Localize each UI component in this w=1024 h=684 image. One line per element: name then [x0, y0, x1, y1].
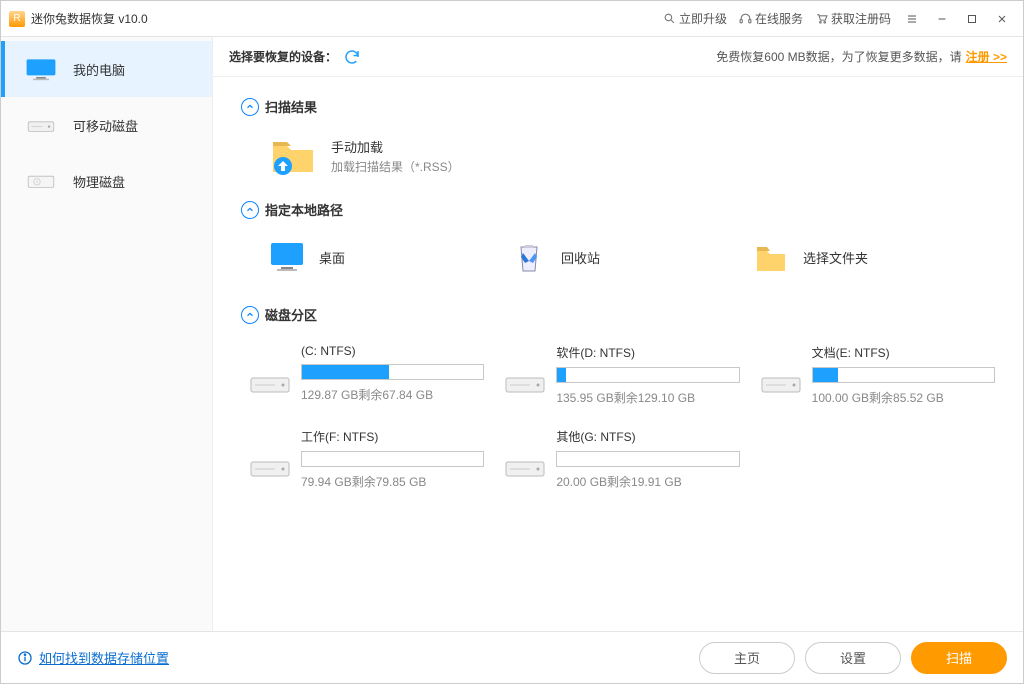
section-local-path: 指定本地路径 — [241, 200, 995, 219]
hdd-icon — [504, 362, 546, 406]
folder-icon — [753, 239, 789, 275]
usage-bar — [812, 367, 995, 383]
collapse-local-path[interactable] — [241, 201, 259, 219]
online-service-label: 在线服务 — [755, 10, 803, 27]
close-button[interactable] — [987, 4, 1017, 34]
partition-1[interactable]: 软件(D: NTFS) 135.95 GB剩余129.10 GB — [504, 344, 739, 406]
refresh-button[interactable] — [343, 48, 361, 66]
upgrade-link[interactable]: 立即升级 — [663, 10, 727, 27]
main-header: 选择要恢复的设备： 免费恢复600 MB数据，为了恢复更多数据，请 注册 >> — [213, 37, 1023, 77]
partition-size: 79.94 GB剩余79.85 GB — [301, 473, 484, 490]
section-scan-result: 扫描结果 — [241, 97, 995, 116]
collapse-scan-result[interactable] — [241, 98, 259, 116]
partition-name: 软件(D: NTFS) — [556, 344, 739, 361]
partition-size: 100.00 GB剩余85.52 GB — [812, 389, 995, 406]
hdd-icon — [249, 362, 291, 406]
usage-bar — [301, 451, 484, 467]
search-icon — [663, 12, 676, 25]
partition-size: 20.00 GB剩余19.91 GB — [556, 473, 739, 490]
partitions-title: 磁盘分区 — [265, 305, 317, 324]
app-title: 迷你兔数据恢复 v10.0 — [31, 10, 148, 27]
sidebar-removable-label: 可移动磁盘 — [73, 116, 138, 135]
section-partitions: 磁盘分区 — [241, 305, 995, 324]
footer: 如何找到数据存储位置 主页 设置 扫描 — [1, 631, 1023, 683]
help-label: 如何找到数据存储位置 — [39, 648, 169, 667]
help-link[interactable]: 如何找到数据存储位置 — [17, 648, 169, 667]
partition-grid: (C: NTFS) 129.87 GB剩余67.84 GB 软件(D: NTFS… — [241, 338, 995, 500]
path-recycle[interactable]: 回收站 — [511, 239, 753, 275]
minimize-button[interactable] — [927, 4, 957, 34]
choose-folder-label: 选择文件夹 — [803, 248, 868, 267]
app-icon: R — [9, 11, 25, 27]
local-path-title: 指定本地路径 — [265, 200, 343, 219]
monitor-icon — [25, 57, 57, 81]
partition-3[interactable]: 工作(F: NTFS) 79.94 GB剩余79.85 GB — [249, 428, 484, 490]
usage-bar — [556, 451, 739, 467]
upgrade-label: 立即升级 — [679, 10, 727, 27]
folder-load-icon — [269, 136, 317, 176]
free-recovery-text: 免费恢复600 MB数据，为了恢复更多数据，请 — [716, 48, 961, 65]
sidebar-item-physical[interactable]: 物理磁盘 — [1, 153, 212, 209]
online-service-link[interactable]: 在线服务 — [739, 10, 803, 27]
partition-4[interactable]: 其他(G: NTFS) 20.00 GB剩余19.91 GB — [504, 428, 739, 490]
hdd-icon — [249, 446, 291, 490]
drive-icon — [25, 113, 57, 137]
maximize-button[interactable] — [957, 4, 987, 34]
get-code-link[interactable]: 获取注册码 — [815, 10, 891, 27]
scan-button[interactable]: 扫描 — [911, 642, 1007, 674]
headset-icon — [739, 12, 752, 25]
manual-load-sub: 加载扫描结果（*.RSS） — [331, 158, 460, 175]
home-button[interactable]: 主页 — [699, 642, 795, 674]
hdd-icon — [25, 169, 57, 193]
partition-size: 129.87 GB剩余67.84 GB — [301, 386, 484, 403]
recycle-label: 回收站 — [561, 248, 600, 267]
manual-load-title: 手动加载 — [331, 137, 460, 156]
select-device-label: 选择要恢复的设备： — [229, 48, 337, 65]
usage-bar — [301, 364, 484, 380]
desktop-icon — [269, 239, 305, 275]
menu-button[interactable] — [897, 4, 927, 34]
register-link[interactable]: 注册 >> — [966, 48, 1007, 65]
hdd-icon — [504, 446, 546, 490]
settings-button[interactable]: 设置 — [805, 642, 901, 674]
get-code-label: 获取注册码 — [831, 10, 891, 27]
partition-0[interactable]: (C: NTFS) 129.87 GB剩余67.84 GB — [249, 344, 484, 406]
usage-bar — [556, 367, 739, 383]
titlebar: R 迷你兔数据恢复 v10.0 立即升级 在线服务 获取注册码 — [1, 1, 1023, 37]
recycle-bin-icon — [511, 239, 547, 275]
sidebar-my-pc-label: 我的电脑 — [73, 60, 125, 79]
path-choose-folder[interactable]: 选择文件夹 — [753, 239, 995, 275]
sidebar-physical-label: 物理磁盘 — [73, 172, 125, 191]
sidebar: 我的电脑 可移动磁盘 物理磁盘 — [1, 37, 213, 631]
partition-name: 其他(G: NTFS) — [556, 428, 739, 445]
partition-name: (C: NTFS) — [301, 344, 484, 358]
sidebar-item-my-pc[interactable]: 我的电脑 — [1, 41, 212, 97]
collapse-partitions[interactable] — [241, 306, 259, 324]
partition-name: 工作(F: NTFS) — [301, 428, 484, 445]
path-desktop[interactable]: 桌面 — [269, 239, 511, 275]
info-icon — [17, 650, 33, 666]
cart-icon — [815, 12, 828, 25]
partition-size: 135.95 GB剩余129.10 GB — [556, 389, 739, 406]
desktop-label: 桌面 — [319, 248, 345, 267]
manual-load-item[interactable]: 手动加载 加载扫描结果（*.RSS） — [241, 130, 995, 200]
scan-result-title: 扫描结果 — [265, 97, 317, 116]
partition-name: 文档(E: NTFS) — [812, 344, 995, 361]
partition-2[interactable]: 文档(E: NTFS) 100.00 GB剩余85.52 GB — [760, 344, 995, 406]
hdd-icon — [760, 362, 802, 406]
sidebar-item-removable[interactable]: 可移动磁盘 — [1, 97, 212, 153]
